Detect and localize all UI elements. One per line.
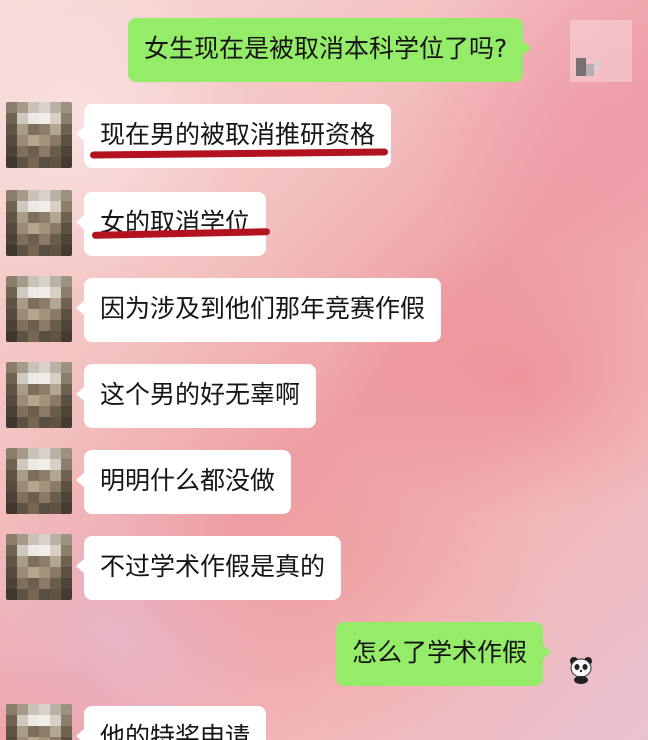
message-bubble[interactable]: 他的特奖申请	[75, 706, 267, 740]
chat-message-list[interactable]: 女生现在是被取消本科学位了吗? 现在男的被取消推研资格 女的取消学位 因为涉及到…	[0, 0, 648, 740]
message-row-other: 明明什么都没做	[0, 448, 648, 514]
message-bubble[interactable]: 女的取消学位	[75, 192, 267, 256]
message-row-other: 他的特奖申请	[0, 704, 648, 740]
message-bubble[interactable]: 这个男的好无辜啊	[75, 364, 317, 428]
message-row-other: 因为涉及到他们那年竞赛作假	[0, 276, 648, 342]
avatar[interactable]	[6, 276, 72, 342]
message-row-other: 现在男的被取消推研资格	[0, 102, 648, 168]
message-row-other: 不过学术作假是真的	[0, 534, 648, 600]
message-bubble[interactable]: 现在男的被取消推研资格	[75, 104, 392, 168]
message-row-other: 这个男的好无辜啊	[0, 362, 648, 428]
avatar[interactable]	[6, 362, 72, 428]
avatar[interactable]	[6, 448, 72, 514]
avatar[interactable]	[6, 190, 72, 256]
panda-sticker-icon	[566, 654, 596, 684]
message-bubble[interactable]: 明明什么都没做	[75, 450, 292, 514]
avatar[interactable]	[6, 534, 72, 600]
message-bubble[interactable]: 怎么了学术作假	[336, 622, 552, 686]
message-row-other: 女的取消学位	[0, 190, 648, 256]
avatar[interactable]	[6, 704, 72, 740]
message-bubble[interactable]: 女生现在是被取消本科学位了吗?	[128, 18, 532, 82]
avatar[interactable]	[570, 20, 632, 82]
message-bubble[interactable]: 不过学术作假是真的	[75, 536, 342, 600]
avatar[interactable]	[6, 102, 72, 168]
message-row-self: 女生现在是被取消本科学位了吗?	[0, 18, 648, 82]
message-row-self: 怎么了学术作假	[0, 622, 648, 686]
message-bubble[interactable]: 因为涉及到他们那年竞赛作假	[75, 278, 442, 342]
